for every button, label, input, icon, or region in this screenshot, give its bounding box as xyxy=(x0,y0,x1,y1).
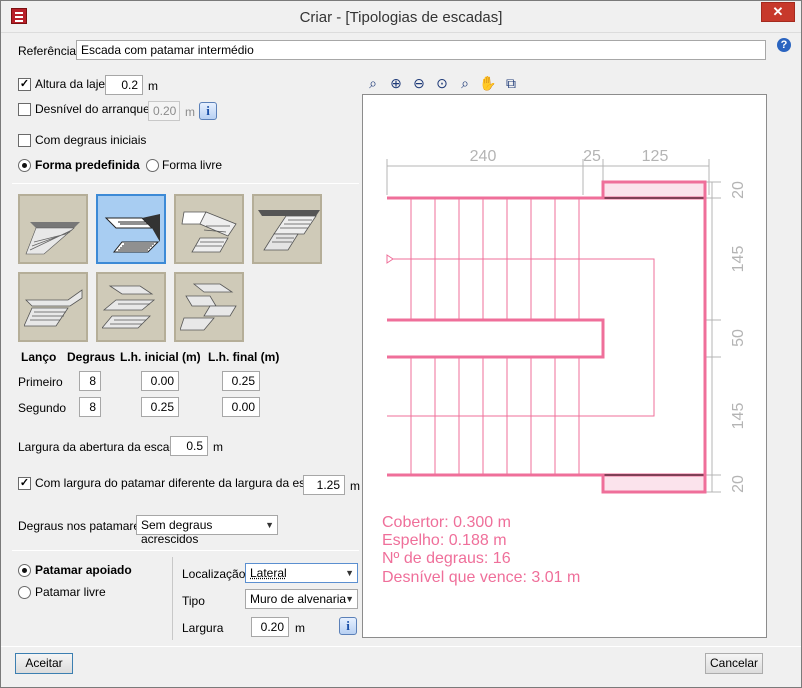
desnivel-arranque-checkbox[interactable] xyxy=(18,103,31,116)
col-header-lh-final: L.h. final (m) xyxy=(208,350,280,364)
altura-laje-unit: m xyxy=(148,79,158,93)
referencia-input[interactable]: Escada com patamar intermédio xyxy=(76,40,766,60)
info-espelho: Espelho: 0.188 m xyxy=(382,532,507,549)
col-header-lanco: Lanço xyxy=(21,350,57,364)
thumb-spiral-landings[interactable] xyxy=(174,272,244,342)
largura-patamar-checkbox[interactable]: ✓ xyxy=(18,477,31,490)
separator xyxy=(12,550,359,551)
desnivel-arranque-unit: m xyxy=(185,105,195,119)
cancel-button[interactable]: Cancelar xyxy=(705,653,763,674)
dim-right-2: 145 xyxy=(730,246,747,273)
largura-abertura-unit: m xyxy=(213,440,223,454)
forma-livre-label: Forma livre xyxy=(162,158,223,172)
col-header-lh-inicial: L.h. inicial (m) xyxy=(120,350,201,364)
tipo-label: Tipo xyxy=(182,594,205,608)
forma-predefinida-radio[interactable] xyxy=(18,159,31,172)
desnivel-arranque-label: Desnível do arranque xyxy=(35,102,150,116)
localizacao-label: Localização xyxy=(182,567,246,581)
drawing-canvas[interactable]: 240 25 125 20 145 50 145 20 Cobertor: 0.… xyxy=(362,94,767,638)
largura-abertura-label: Largura da abertura da escada xyxy=(18,440,183,454)
zoom-region-icon[interactable]: ⌕ xyxy=(364,74,382,92)
segundo-degraus-input[interactable]: 8 xyxy=(79,397,101,417)
chevron-down-icon: ▼ xyxy=(345,568,354,578)
separator xyxy=(12,183,359,184)
patamar-livre-label: Patamar livre xyxy=(35,585,106,599)
help-icon[interactable]: ? xyxy=(777,38,791,52)
vertical-separator xyxy=(172,557,173,640)
close-button[interactable]: ✕ xyxy=(761,2,795,22)
desnivel-arranque-input[interactable]: 0.20 xyxy=(148,101,180,121)
segundo-lh-final-input[interactable]: 0.00 xyxy=(222,397,260,417)
pan-icon[interactable]: ✋ xyxy=(479,74,497,92)
patamar-apoiado-radio[interactable] xyxy=(18,564,31,577)
dialog-window: Criar - [Tipologias de escadas] ✕ ? Refe… xyxy=(0,0,802,688)
info-degraus: Nº de degraus: 16 xyxy=(382,550,511,567)
stair-plan-drawing: 240 25 125 20 145 50 145 20 Cobertor: 0.… xyxy=(382,148,747,586)
desnivel-info-icon[interactable]: i xyxy=(199,102,217,120)
largura-patamar-unit: m xyxy=(350,479,360,493)
referencia-label: Referência xyxy=(18,44,77,58)
tipo-select[interactable]: Muro de alvenaria ▼ xyxy=(245,589,358,609)
patamar-apoiado-label: Patamar apoiado xyxy=(35,563,132,577)
patamar-livre-radio[interactable] xyxy=(18,586,31,599)
info-desnivel: Desnível que vence: 3.01 m xyxy=(382,569,580,586)
largura-label: Largura xyxy=(182,621,224,635)
degraus-patamares-select[interactable]: Sem degraus acrescidos ▼ xyxy=(136,515,278,546)
dim-top-1: 240 xyxy=(470,148,497,165)
zoom-in-icon[interactable]: ⌕ xyxy=(456,74,474,92)
forma-predefinida-label: Forma predefinida xyxy=(35,158,140,172)
dim-right-5: 20 xyxy=(730,475,747,493)
largura-input[interactable]: 0.20 xyxy=(251,617,289,637)
accept-button[interactable]: Aceitar xyxy=(15,653,73,674)
degraus-patamares-value: Sem degraus acrescidos xyxy=(141,518,213,546)
chevron-down-icon: ▼ xyxy=(265,520,274,530)
localizacao-value: Lateral xyxy=(250,566,287,580)
thumb-three-flights[interactable] xyxy=(174,194,244,264)
thumb-straight-flight[interactable] xyxy=(18,194,88,264)
largura-abertura-input[interactable]: 0.5 xyxy=(170,436,208,456)
altura-laje-input[interactable]: 0.2 xyxy=(105,75,143,95)
footer-separator xyxy=(1,646,801,647)
stair-geometry xyxy=(386,180,707,494)
largura-unit: m xyxy=(295,621,305,635)
chevron-down-icon: ▼ xyxy=(345,594,354,604)
degraus-patamares-label: Degraus nos patamares xyxy=(18,519,147,533)
info-cobertor: Cobertor: 0.300 m xyxy=(382,514,511,531)
zoom-out-icon[interactable]: ⊖ xyxy=(410,74,428,92)
largura-patamar-label: Com largura do patamar diferente da larg… xyxy=(35,476,332,490)
altura-laje-checkbox[interactable]: ✓ xyxy=(18,78,31,91)
zoom-window-icon[interactable]: ⊕ xyxy=(387,74,405,92)
dim-right-3: 50 xyxy=(730,329,747,347)
primeiro-degraus-input[interactable]: 8 xyxy=(79,371,101,391)
forma-livre-radio[interactable] xyxy=(146,159,159,172)
segundo-lh-inicial-input[interactable]: 0.25 xyxy=(141,397,179,417)
row-primeiro-label: Primeiro xyxy=(18,375,63,389)
thumb-straight-with-landing[interactable] xyxy=(18,272,88,342)
degraus-iniciais-label: Com degraus iniciais xyxy=(35,133,147,147)
window-title: Criar - [Tipologias de escadas] xyxy=(299,9,503,26)
localizacao-select[interactable]: Lateral ▼ xyxy=(245,563,358,583)
row-segundo-label: Segundo xyxy=(18,401,67,415)
dim-top-3: 125 xyxy=(642,148,669,165)
largura-info-icon[interactable]: i xyxy=(339,617,357,635)
altura-laje-label: Altura da laje xyxy=(35,77,106,91)
tipo-value: Muro de alvenaria xyxy=(250,592,347,606)
thumb-triple-parallel[interactable] xyxy=(96,272,166,342)
primeiro-lh-final-input[interactable]: 0.25 xyxy=(222,371,260,391)
primeiro-lh-inicial-input[interactable]: 0.00 xyxy=(141,371,179,391)
dim-top-2: 25 xyxy=(583,148,601,165)
degraus-iniciais-checkbox[interactable] xyxy=(18,134,31,147)
dim-right-4: 145 xyxy=(730,403,747,430)
col-header-degraus: Degraus xyxy=(67,350,116,364)
title-bar: Criar - [Tipologias de escadas] ✕ xyxy=(1,1,801,33)
redraw-icon[interactable]: ⧉ xyxy=(502,74,520,92)
thumb-two-flights-landing[interactable] xyxy=(96,194,166,264)
largura-patamar-input[interactable]: 1.25 xyxy=(303,475,345,495)
dim-right-1: 20 xyxy=(730,181,747,199)
thumb-l-shape-landing[interactable] xyxy=(252,194,322,264)
zoom-extents-icon[interactable]: ⊙ xyxy=(433,74,451,92)
